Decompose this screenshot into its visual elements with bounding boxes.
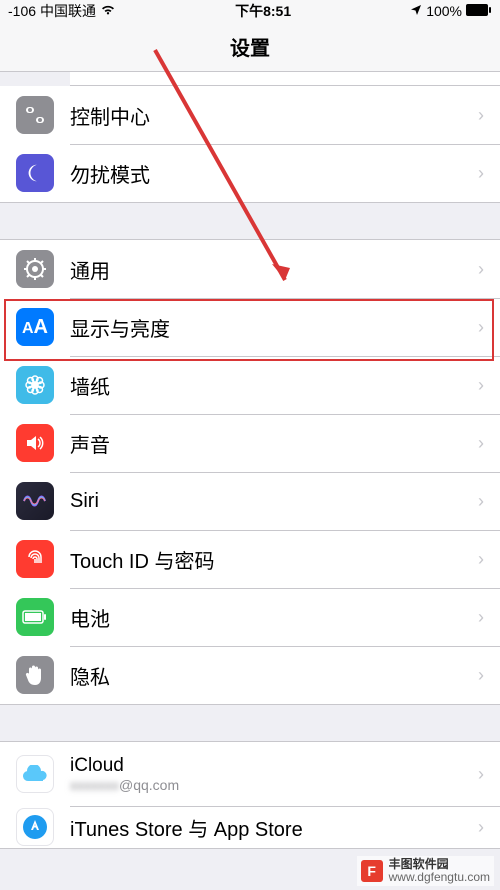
status-bar: -106 中国联通 下午8:51 100% <box>0 0 500 22</box>
row-control-center[interactable]: 控制中心 › <box>0 86 500 144</box>
row-label: 勿扰模式 <box>70 159 478 188</box>
row-label: Siri <box>70 490 478 513</box>
watermark-logo: F <box>361 860 383 882</box>
row-battery[interactable]: 电池 › <box>0 588 500 646</box>
chevron-right-icon: › <box>478 491 484 512</box>
signal-strength: -106 <box>8 3 36 19</box>
location-icon <box>410 3 422 19</box>
fingerprint-icon <box>16 540 54 578</box>
control-center-icon <box>16 96 54 134</box>
settings-group-3: iCloud xxxxxxx@qq.com › iTunes Store 与 A… <box>0 741 500 849</box>
row-sounds[interactable]: 声音 › <box>0 414 500 472</box>
chevron-right-icon: › <box>478 665 484 686</box>
chevron-right-icon: › <box>478 607 484 628</box>
row-do-not-disturb[interactable]: 勿扰模式 › <box>0 144 500 202</box>
chevron-right-icon: › <box>478 764 484 785</box>
row-label: 控制中心 <box>70 101 478 130</box>
row-label: 显示与亮度 <box>70 313 478 342</box>
row-display-brightness[interactable]: AA 显示与亮度 › <box>0 298 500 356</box>
chevron-right-icon: › <box>478 433 484 454</box>
chevron-right-icon: › <box>478 375 484 396</box>
watermark-text: 丰图软件园 www.dgfengtu.com <box>389 858 490 884</box>
row-appstore[interactable]: iTunes Store 与 App Store › <box>0 806 500 848</box>
row-label: 声音 <box>70 429 478 458</box>
row-general[interactable]: 通用 › <box>0 240 500 298</box>
row-label: 通用 <box>70 255 478 284</box>
row-label: 墙纸 <box>70 371 478 400</box>
row-wallpaper[interactable]: 墙纸 › <box>0 356 500 414</box>
text-size-icon: AA <box>16 308 54 346</box>
row-label: Touch ID 与密码 <box>70 545 478 574</box>
chevron-right-icon: › <box>478 105 484 126</box>
gear-icon <box>16 250 54 288</box>
settings-group-2: 通用 › AA 显示与亮度 › 墙纸 › 声音 › Siri › Touch I… <box>0 239 500 705</box>
battery-percent: 100% <box>426 3 462 19</box>
status-time: 下午8:51 <box>235 1 291 21</box>
battery-icon <box>16 598 54 636</box>
watermark: F 丰图软件园 www.dgfengtu.com <box>357 856 494 886</box>
speaker-icon <box>16 424 54 462</box>
appstore-icon <box>16 808 54 846</box>
chevron-right-icon: › <box>478 549 484 570</box>
row-label: 电池 <box>70 603 478 632</box>
page-title: 设置 <box>230 32 270 61</box>
cloud-icon <box>16 755 54 793</box>
moon-icon <box>16 154 54 192</box>
chevron-right-icon: › <box>478 259 484 280</box>
row-siri[interactable]: Siri › <box>0 472 500 530</box>
chevron-right-icon: › <box>478 817 484 838</box>
hand-icon <box>16 656 54 694</box>
chevron-right-icon: › <box>478 163 484 184</box>
status-left: -106 中国联通 <box>8 1 116 21</box>
nav-bar: 设置 <box>0 22 500 72</box>
siri-icon <box>16 482 54 520</box>
icloud-email: xxxxxxx@qq.com <box>70 777 478 793</box>
row-label: iCloud <box>70 755 478 777</box>
chevron-right-icon: › <box>478 317 484 338</box>
settings-group-1: 控制中心 › 勿扰模式 › <box>0 86 500 203</box>
status-right: 100% <box>410 3 492 19</box>
row-icloud[interactable]: iCloud xxxxxxx@qq.com › <box>0 742 500 806</box>
row-privacy[interactable]: 隐私 › <box>0 646 500 704</box>
battery-icon <box>466 3 492 19</box>
flower-icon <box>16 366 54 404</box>
row-label: iTunes Store 与 App Store <box>70 813 478 842</box>
row-touchid[interactable]: Touch ID 与密码 › <box>0 530 500 588</box>
wifi-icon <box>100 3 116 19</box>
partial-row <box>70 72 500 86</box>
row-label: 隐私 <box>70 661 478 690</box>
carrier-label: 中国联通 <box>40 1 96 21</box>
